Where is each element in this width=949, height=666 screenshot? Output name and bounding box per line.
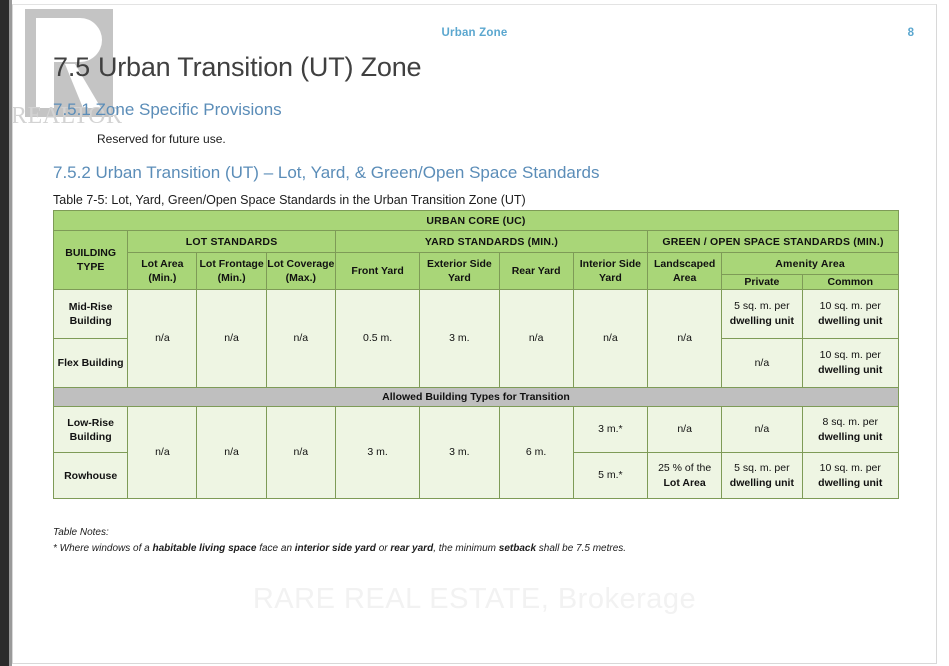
- cell-amenity-private: n/a: [721, 338, 803, 389]
- cell-building-type: Low-Rise Building: [52, 406, 129, 454]
- cell-amenity-private: 5 sq. m. per dwelling unit: [721, 289, 803, 340]
- col-header-private: Private: [721, 273, 803, 291]
- cell-building-type: Mid-Rise Building: [52, 289, 129, 340]
- col-header-lot-frontage: Lot Frontage (Min.): [196, 251, 267, 291]
- cell-lot-coverage: n/a: [265, 289, 336, 389]
- group-header-green-open-space: GREEN / OPEN SPACE STANDARDS (MIN.): [647, 230, 899, 253]
- table-note-1: * Where windows of a habitable living sp…: [53, 541, 753, 557]
- cell-amenity-private: 5 sq. m. per dwelling unit: [721, 452, 803, 500]
- amenity-private-amount: 5 sq. m. per: [734, 300, 790, 313]
- cell-lot-frontage: n/a: [196, 406, 267, 500]
- amenity-private-amount: 5 sq. m. per: [734, 461, 790, 474]
- col-header-lot-area: Lot Area (Min.): [127, 251, 198, 291]
- amenity-private-amount: n/a: [754, 356, 770, 369]
- col-header-exterior-side-yard: Exterior Side Yard: [419, 251, 500, 291]
- table-caption: Table 7-5: Lot, Yard, Green/Open Space S…: [53, 193, 526, 207]
- cell-amenity-common: 8 sq. m. per dwelling unit: [801, 406, 900, 454]
- landscaped-unit: Lot Area: [663, 476, 706, 489]
- group-header-amenity-area: Amenity Area: [721, 252, 899, 275]
- note-mid-2: or: [375, 543, 391, 554]
- cell-exterior-side-yard: 3 m.: [419, 406, 500, 500]
- subheading-zone-specific-provisions: 7.5.1 Zone Specific Provisions: [53, 100, 282, 119]
- page-title-number: 7.5: [53, 52, 90, 82]
- page-number: 8: [907, 27, 914, 39]
- col-header-rear-yard: Rear Yard: [498, 251, 574, 291]
- subheading-lot-yard-standards: 7.5.2 Urban Transition (UT) – Lot, Yard,…: [53, 163, 600, 182]
- amenity-common-amount: 10 sq. m. per: [819, 349, 881, 362]
- table-column-header-row: Lot Area (Min.) Lot Frontage (Min.) Lot …: [54, 251, 899, 291]
- cell-interior-side-yard: 5 m.*: [572, 452, 649, 500]
- note-bold-habitable: habitable living space: [152, 543, 257, 554]
- cell-lot-area: n/a: [127, 406, 198, 500]
- amenity-common-unit: dwelling unit: [818, 430, 883, 443]
- note-mid-3: , the minimum: [433, 543, 499, 554]
- document-page: REALTOR Urban Zone 8 7.5 Urban Transition…: [12, 4, 937, 664]
- table-row: Mid-Rise Building n/a n/a n/a 0.5 m. 3 m…: [52, 289, 900, 389]
- cell-amenity-common: 10 sq. m. per dwelling unit: [801, 338, 900, 389]
- col-header-building-type: BUILDING TYPE: [52, 229, 129, 291]
- table-superheader-row: URBAN CORE (UC): [53, 210, 899, 231]
- cell-amenity-common: 10 sq. m. per dwelling unit: [801, 289, 900, 340]
- page-title-text: Urban Transition (UT) Zone: [97, 52, 422, 82]
- amenity-private-unit: dwelling unit: [729, 476, 794, 489]
- cell-landscaped-area: 25 % of the Lot Area: [646, 452, 723, 500]
- note-pre: * Where windows of a: [53, 543, 153, 554]
- cell-lot-coverage: n/a: [265, 406, 336, 500]
- cell-front-yard: 3 m.: [334, 406, 421, 500]
- amenity-private-unit: dwelling unit: [729, 315, 794, 328]
- table-group-header-row: BUILDING TYPE LOT STANDARDS YARD STANDAR…: [52, 229, 899, 291]
- cell-rear-yard: 6 m.: [498, 406, 574, 500]
- viewer-left-gutter: [0, 0, 9, 666]
- group-header-yard-standards: YARD STANDARDS (MIN.): [334, 230, 649, 253]
- cell-interior-side-yard: 3 m.*: [572, 406, 649, 454]
- note-bold-setback: setback: [498, 543, 537, 554]
- cell-interior-side-yard: n/a: [572, 289, 649, 389]
- cell-rear-yard: n/a: [498, 289, 574, 389]
- landscaped-amount: 25 % of the: [658, 461, 712, 474]
- cell-lot-area: n/a: [127, 289, 198, 389]
- col-header-interior-side-yard: Interior Side Yard: [572, 251, 649, 291]
- standards-table: URBAN CORE (UC) BUILDING TYPE LOT STANDA…: [52, 210, 900, 500]
- col-header-lot-coverage: Lot Coverage (Max.): [265, 251, 336, 291]
- cell-building-type: Flex Building: [52, 338, 129, 389]
- cell-front-yard: 0.5 m.: [334, 289, 421, 389]
- cell-building-type: Rowhouse: [52, 452, 129, 500]
- amenity-common-unit: dwelling unit: [818, 476, 883, 489]
- table-superheader-cell: URBAN CORE (UC): [53, 210, 899, 231]
- group-header-lot-standards: LOT STANDARDS: [127, 230, 336, 253]
- cell-amenity-common: 10 sq. m. per dwelling unit: [801, 452, 900, 500]
- pdf-viewer: REALTOR Urban Zone 8 7.5 Urban Transition…: [0, 0, 949, 666]
- note-end: shall be 7.5 metres.: [536, 543, 627, 554]
- col-header-common: Common: [801, 273, 900, 291]
- page-title: 7.5 Urban Transition (UT) Zone: [53, 52, 422, 83]
- amenity-common-amount: 10 sq. m. per: [819, 461, 881, 474]
- table-section-divider-row: Allowed Building Types for Transition: [53, 387, 899, 408]
- amenity-common-amount: 10 sq. m. per: [819, 300, 881, 313]
- note-mid-1: face an: [256, 543, 295, 554]
- amenity-common-unit: dwelling unit: [818, 364, 883, 377]
- paragraph-reserved-for-future-use: Reserved for future use.: [97, 132, 226, 146]
- brokerage-watermark: RARE REAL ESTATE, Brokerage: [252, 583, 697, 615]
- cell-exterior-side-yard: 3 m.: [419, 289, 500, 389]
- note-bold-rear-yard: rear yard: [390, 543, 434, 554]
- standards-table-wrapper: URBAN CORE (UC) BUILDING TYPE LOT STANDA…: [52, 210, 900, 500]
- table-notes-title: Table Notes:: [53, 527, 109, 538]
- note-bold-interior-side-yard: interior side yard: [294, 543, 376, 554]
- cell-landscaped-area: n/a: [646, 289, 723, 389]
- cell-lot-frontage: n/a: [196, 289, 267, 389]
- running-header: Urban Zone: [441, 27, 508, 39]
- section-divider-label: Allowed Building Types for Transition: [53, 387, 899, 408]
- table-notes: Table Notes: * Where windows of a habita…: [53, 525, 753, 557]
- table-row: Low-Rise Building n/a n/a n/a 3 m. 3 m. …: [52, 406, 900, 500]
- cell-landscaped-area: n/a: [646, 406, 723, 454]
- col-header-landscaped-area: Landscaped Area: [646, 251, 723, 291]
- col-header-front-yard: Front Yard: [334, 251, 421, 291]
- amenity-common-amount: 8 sq. m. per: [822, 415, 878, 428]
- amenity-common-unit: dwelling unit: [818, 315, 883, 328]
- cell-amenity-private: n/a: [721, 406, 803, 454]
